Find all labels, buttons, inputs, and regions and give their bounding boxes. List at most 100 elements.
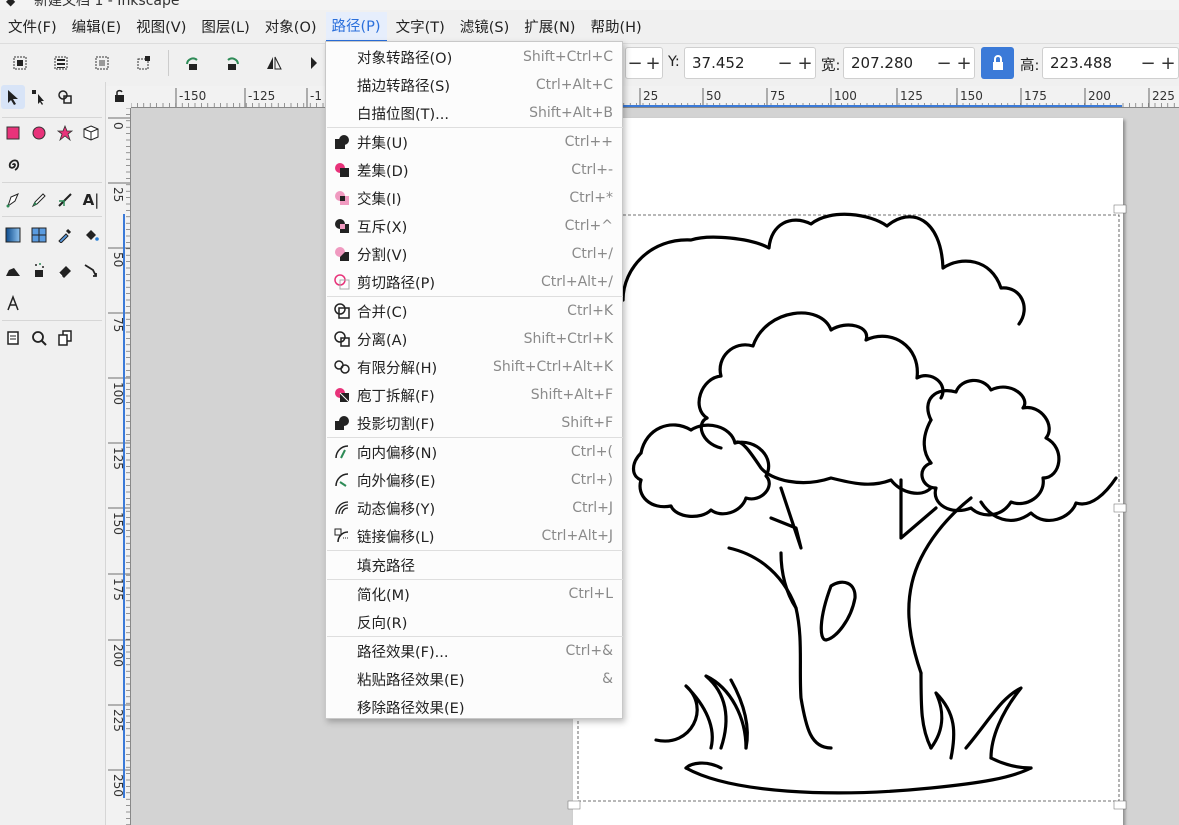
mesh-tool-icon[interactable] (27, 223, 51, 247)
paint-bucket-tool-icon[interactable] (79, 223, 103, 247)
selection-handle[interactable] (1113, 800, 1127, 810)
menu-item-label: 向内偏移(N) (357, 445, 438, 462)
connector-tool-icon[interactable] (79, 258, 103, 282)
path-menu-item-15[interactable]: 向外偏移(E) Ctrl+) (326, 466, 622, 494)
path-menu-item-4[interactable]: 差集(D) Ctrl+- (326, 156, 622, 184)
path-menu-item-0[interactable]: 对象转路径(O) Shift+Ctrl+C (326, 43, 622, 71)
ellipse-tool-icon[interactable] (27, 121, 51, 145)
x-decrement-button[interactable]: − (626, 53, 644, 74)
y-decrement-button[interactable]: − (775, 53, 795, 74)
path-menu-item-3[interactable]: 并集(U) Ctrl++ (326, 128, 622, 156)
ruler-tick-label: 50 (111, 252, 125, 267)
path-menu-item-11[interactable]: 有限分解(H) Shift+Ctrl+Alt+K (326, 353, 622, 381)
menu-item-9[interactable]: 帮助(H) (584, 13, 647, 41)
flip-horizontal-icon[interactable] (262, 51, 286, 75)
shape-builder-tool-icon[interactable] (53, 85, 77, 109)
select-all-layers-icon[interactable] (49, 51, 73, 75)
calligraphy-tool-icon[interactable] (53, 188, 77, 212)
path-menu-item-17[interactable]: 链接偏移(L) Ctrl+Alt+J (326, 522, 622, 550)
menu-item-label: 合并(C) (357, 304, 408, 321)
path-menu-item-8[interactable]: 剪切路径(P) Ctrl+Alt+/ (326, 268, 622, 296)
menu-item-1[interactable]: 编辑(E) (66, 13, 127, 41)
selector-tool-icon[interactable] (1, 85, 25, 109)
path-menu-item-21[interactable]: 路径效果(F)... Ctrl+& (326, 637, 622, 665)
drawing-canvas[interactable] (131, 108, 1179, 825)
height-increment-button[interactable]: + (1158, 53, 1178, 74)
tweak-tool-icon[interactable] (1, 258, 25, 282)
rectangle-tool-icon[interactable] (1, 121, 25, 145)
selection-handle[interactable] (1113, 503, 1127, 513)
pages-duplicate-icon[interactable] (53, 326, 77, 350)
rotate-ccw-icon[interactable] (180, 51, 204, 75)
path-menu-item-5[interactable]: 交集(I) Ctrl+* (326, 184, 622, 212)
spiral-tool-icon[interactable] (1, 153, 25, 177)
star-tool-icon[interactable] (53, 121, 77, 145)
path-menu-item-14[interactable]: 向内偏移(N) Ctrl+( (326, 438, 622, 466)
menu-item-label: 向外偏移(E) (357, 473, 436, 490)
pages-tool-icon[interactable] (1, 326, 25, 350)
path-menu-item-18[interactable]: 填充路径 (326, 551, 622, 579)
menu-item-shortcut: Ctrl+/ (571, 246, 613, 262)
y-input[interactable]: 37.452 (685, 54, 775, 72)
width-decrement-button[interactable]: − (934, 53, 954, 74)
path-menu-item-22[interactable]: 粘贴路径效果(E) & (326, 665, 622, 693)
menu-item-8[interactable]: 扩展(N) (518, 13, 581, 41)
text-tool-icon[interactable]: A | (79, 188, 103, 212)
y-stepper[interactable]: 37.452 − + (684, 47, 816, 79)
y-increment-button[interactable]: + (795, 53, 815, 74)
width-input[interactable]: 207.280 (844, 54, 934, 72)
path-menu-item-2[interactable]: 白描位图(T)... Shift+Alt+B (326, 99, 622, 127)
horizontal-ruler[interactable]: -150 -125 -1 25 50 75 100 125 150 175 200 225 (131, 86, 1179, 108)
path-menu-item-7[interactable]: 分割(V) Ctrl+/ (326, 240, 622, 268)
dropper-tool-icon[interactable] (53, 223, 77, 247)
3d-box-tool-icon[interactable] (79, 121, 103, 145)
zoom-tool-icon[interactable] (27, 326, 51, 350)
height-input[interactable]: 223.488 (1043, 54, 1138, 72)
width-stepper[interactable]: 207.280 − + (843, 47, 975, 79)
menu-item-0[interactable]: 文件(F) (2, 13, 63, 41)
menu-item-5[interactable]: 路径(P) (325, 12, 387, 42)
path-menu-item-23[interactable]: 移除路径效果(E) (326, 693, 622, 721)
flip-vertical-icon[interactable] (300, 51, 324, 75)
path-menu-item-20[interactable]: 反向(R) (326, 608, 622, 636)
path-menu-item-1[interactable]: 描边转路径(S) Ctrl+Alt+C (326, 71, 622, 99)
path-menu-item-12[interactable]: 庖丁拆解(F) Shift+Alt+F (326, 381, 622, 409)
eraser-tool-icon[interactable] (53, 258, 77, 282)
menu-bar: 文件(F) 编辑(E) 视图(V) 图层(L) 对象(O) 路径(P) 文字(T) 滤镜(S)… (0, 12, 1179, 42)
lock-guides-icon[interactable] (106, 86, 131, 108)
menu-item-2[interactable]: 视图(V) (130, 13, 192, 41)
path-menu-item-13[interactable]: 投影切割(F) Shift+F (326, 409, 622, 437)
vertical-ruler[interactable]: 0 25 50 75 100 125 150 175 200 225 250 (106, 108, 131, 825)
x-increment-button[interactable]: + (644, 53, 662, 74)
selection-handle[interactable] (567, 800, 581, 810)
menu-item-3[interactable]: 图层(L) (195, 13, 255, 41)
height-stepper[interactable]: 223.488 − + (1042, 47, 1179, 79)
menu-item-6[interactable]: 文字(T) (390, 13, 451, 41)
invert-selection-icon[interactable] (90, 51, 114, 75)
menu-item-7[interactable]: 滤镜(S) (454, 13, 516, 41)
lock-aspect-button[interactable] (981, 47, 1014, 79)
node-tool-icon[interactable] (27, 85, 51, 109)
x-stepper[interactable]: − + (625, 47, 663, 79)
selection-handle[interactable] (1113, 204, 1127, 214)
spray-tool-icon[interactable] (27, 258, 51, 282)
height-decrement-button[interactable]: − (1138, 53, 1158, 74)
menu-item-4[interactable]: 对象(O) (259, 13, 323, 41)
pen-tool-icon[interactable] (1, 188, 25, 212)
ruler-tick-label: 225 (111, 709, 125, 732)
path-menu-item-19[interactable]: 简化(M) Ctrl+L (326, 580, 622, 608)
rotate-cw-icon[interactable] (221, 51, 245, 75)
width-increment-button[interactable]: + (954, 53, 974, 74)
path-menu-item-10[interactable]: 分离(A) Shift+Ctrl+K (326, 325, 622, 353)
path-menu-item-6[interactable]: 互斥(X) Ctrl+^ (326, 212, 622, 240)
menu-item-label: 移除路径效果(E) (357, 700, 465, 717)
measure-tool-icon[interactable] (1, 291, 25, 315)
path-menu-item-9[interactable]: 合并(C) Ctrl+K (326, 297, 622, 325)
pencil-tool-icon[interactable] (27, 188, 51, 212)
path-menu-item-16[interactable]: 动态偏移(Y) Ctrl+J (326, 494, 622, 522)
inkscape-window: ◆ 新建文档 1 - Inkscape 文件(F) 编辑(E) 视图(V) 图层(L)… (0, 0, 1179, 825)
gradient-tool-icon[interactable] (1, 223, 25, 247)
select-all-icon[interactable] (8, 51, 32, 75)
deselect-icon[interactable] (132, 51, 156, 75)
tree-drawing[interactable] (131, 108, 1179, 825)
